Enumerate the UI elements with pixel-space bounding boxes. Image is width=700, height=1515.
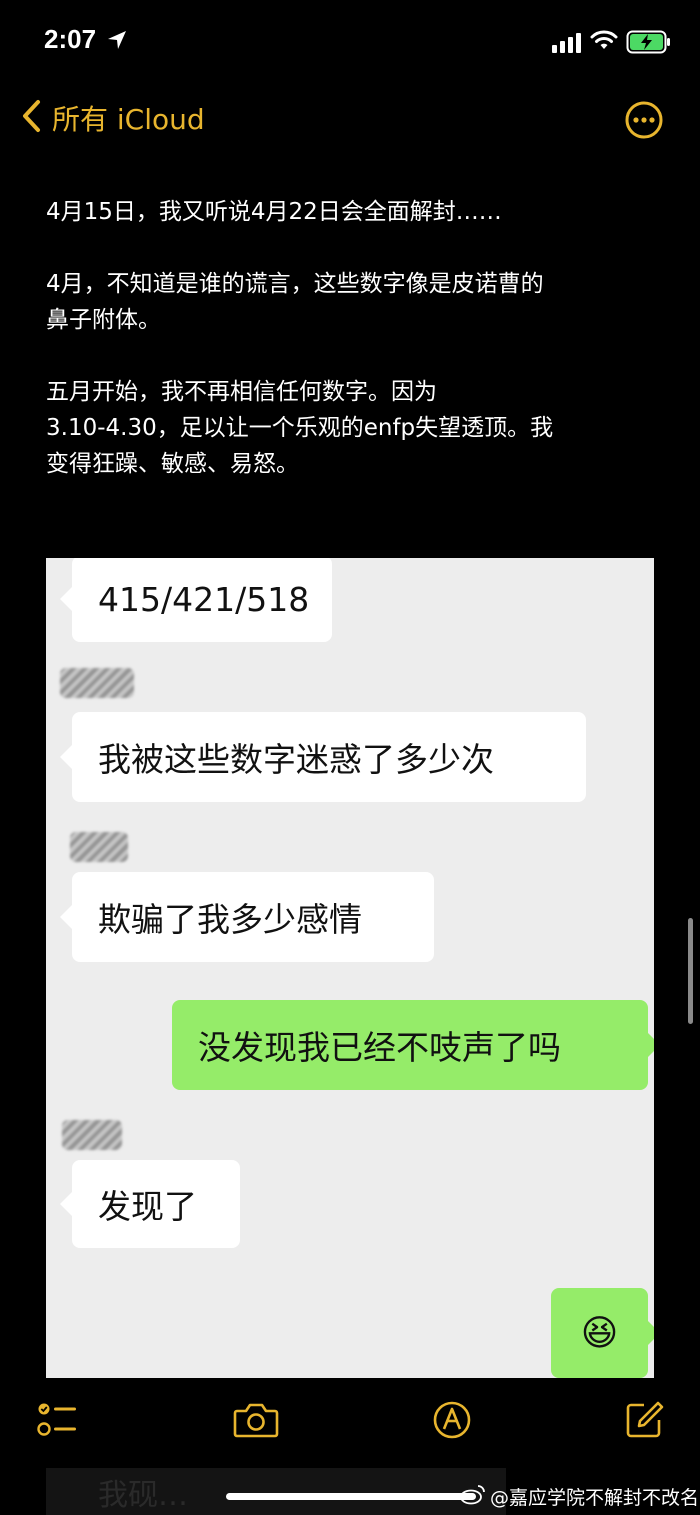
note-paragraph: 五月开始，我不再相信任何数字。因为 3.10-4.30，足以让一个乐观的enfp… bbox=[46, 379, 554, 477]
notes-toolbar bbox=[0, 1378, 700, 1468]
location-arrow-icon bbox=[106, 29, 128, 55]
weibo-icon bbox=[460, 1483, 486, 1510]
markup-button[interactable] bbox=[432, 1400, 472, 1444]
more-options-button[interactable] bbox=[624, 100, 664, 144]
blurred-avatar bbox=[70, 832, 128, 862]
chat-bubble-right: 😆 bbox=[551, 1288, 654, 1378]
home-indicator[interactable] bbox=[226, 1493, 476, 1500]
watermark: @嘉应学院不解封不改名 bbox=[460, 1483, 699, 1510]
back-button[interactable]: 所有 iCloud bbox=[20, 98, 205, 138]
scrollbar[interactable] bbox=[688, 918, 693, 1024]
chat-bubble-right: 没发现我已经不吱声了吗 bbox=[172, 1000, 654, 1090]
chat-screenshot-image[interactable]: 415/421/518 我被这些数字迷惑了多少次 欺骗了我多少感情 没发现我已经… bbox=[46, 558, 654, 1378]
markup-pen-icon bbox=[432, 1401, 472, 1444]
nav-bar: 所有 iCloud bbox=[0, 92, 700, 148]
back-label: 所有 iCloud bbox=[52, 103, 205, 136]
checklist-icon bbox=[36, 1403, 80, 1444]
chat-bubble-left: 发现了 bbox=[60, 1160, 240, 1248]
blurred-avatar bbox=[62, 1120, 122, 1150]
chat-bubble-left: 欺骗了我多少感情 bbox=[60, 872, 434, 962]
wifi-icon bbox=[590, 29, 618, 55]
compose-icon bbox=[624, 1401, 666, 1444]
compose-button[interactable] bbox=[624, 1400, 666, 1444]
checklist-button[interactable] bbox=[36, 1400, 80, 1444]
note-paragraph: 4月，不知道是谁的谎言，这些数字像是皮诺曹的 鼻子附体。 bbox=[46, 271, 544, 333]
chevron-left-icon bbox=[20, 98, 42, 138]
chat-bubble-left: 我被这些数字迷惑了多少次 bbox=[60, 712, 586, 802]
status-time: 2:07 bbox=[44, 24, 97, 54]
note-paragraph: 4月15日，我又听说4月22日会全面解封…… bbox=[46, 199, 502, 225]
bleed-text: 我砚… bbox=[98, 1478, 188, 1513]
battery-charging-icon bbox=[626, 30, 672, 58]
ellipsis-circle-icon bbox=[624, 101, 664, 144]
chat-bubble-left: 415/421/518 bbox=[60, 558, 332, 642]
camera-button[interactable] bbox=[233, 1400, 279, 1444]
camera-icon bbox=[233, 1403, 279, 1444]
signal-icon bbox=[552, 33, 581, 53]
laughing-emoji-icon: 😆 bbox=[580, 1312, 619, 1354]
note-body[interactable]: 4月15日，我又听说4月22日会全面解封…… 4月，不知道是谁的谎言，这些数字像… bbox=[46, 194, 656, 518]
blurred-avatar bbox=[60, 668, 134, 698]
watermark-text: @嘉应学院不解封不改名 bbox=[490, 1487, 700, 1509]
status-bar: 2:07 bbox=[0, 0, 700, 86]
chat-image-bleed: 我砚… bbox=[46, 1468, 506, 1515]
